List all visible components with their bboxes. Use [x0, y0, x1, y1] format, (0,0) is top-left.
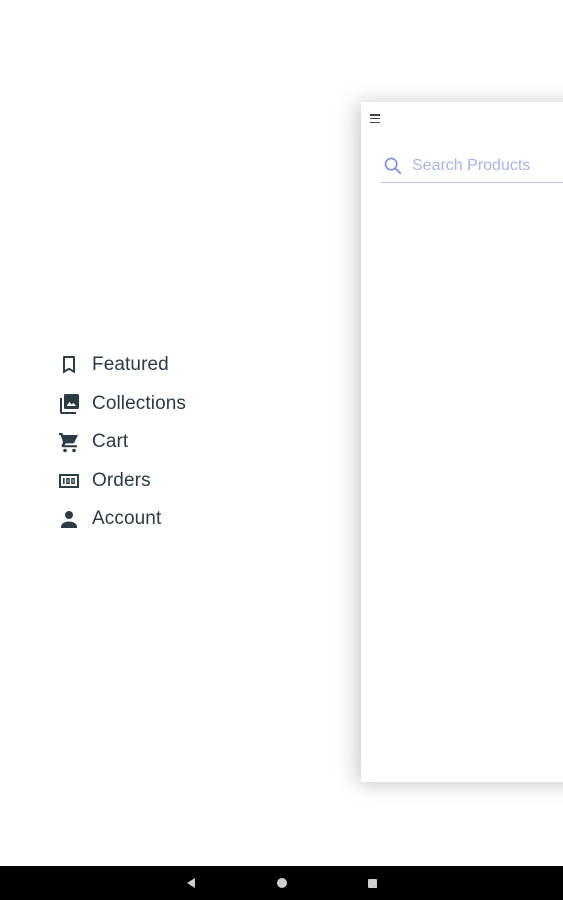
search-bar[interactable] [381, 150, 563, 183]
menu-item-featured[interactable]: Featured [0, 346, 330, 385]
menu-item-label: Cart [92, 431, 129, 453]
collections-icon [57, 392, 81, 416]
recents-icon [367, 878, 377, 888]
home-button[interactable] [262, 866, 302, 900]
hamburger-menu-icon[interactable] [370, 114, 382, 124]
system-navigation-bar [0, 866, 563, 900]
menu-item-collections[interactable]: Collections [0, 385, 330, 424]
search-icon[interactable] [382, 155, 404, 177]
menu-item-orders[interactable]: Orders [0, 462, 330, 501]
back-button[interactable] [171, 866, 211, 900]
menu-item-label: Orders [92, 469, 151, 491]
main-content-panel[interactable] [361, 102, 563, 782]
bookmark-icon [57, 353, 81, 377]
drawer-menu: Featured Collections Cart Orders Account [0, 346, 330, 539]
back-icon [187, 878, 195, 888]
home-icon [277, 878, 287, 888]
menu-item-cart[interactable]: Cart [0, 423, 330, 462]
search-input[interactable] [412, 157, 563, 175]
menu-item-account[interactable]: Account [0, 500, 330, 539]
account-icon [57, 507, 81, 531]
app-screen: Featured Collections Cart Orders Account [0, 0, 563, 900]
menu-item-label: Collections [92, 392, 187, 414]
cart-icon [57, 430, 81, 454]
recents-button[interactable] [352, 866, 392, 900]
orders-icon [57, 469, 81, 493]
menu-item-label: Account [92, 508, 162, 530]
menu-item-label: Featured [92, 354, 169, 376]
